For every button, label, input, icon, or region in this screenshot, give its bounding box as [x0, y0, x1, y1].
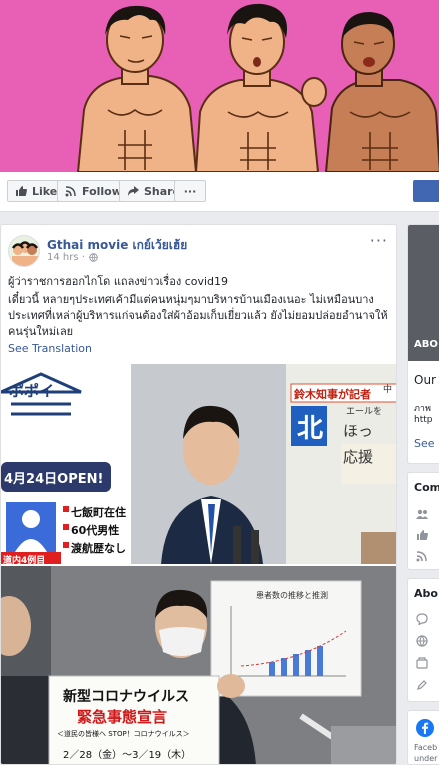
globe-icon — [416, 635, 428, 647]
naka-char: 中 — [383, 385, 393, 395]
post-text-line-2: เดี๋ยวนี้ หลายๆประเทศเค้ามีแต่คนหนุ่มๆมา… — [8, 293, 374, 306]
board-title: 患者数の推移と推測 — [256, 591, 328, 600]
thumbs-up-icon — [16, 186, 27, 196]
story-link[interactable]: http — [414, 415, 432, 425]
about-heading: Abo — [414, 587, 438, 600]
facebook-info-line-1: Faceb — [414, 743, 438, 752]
like-icon — [417, 530, 428, 540]
more-actions-label: ··· — [183, 184, 197, 198]
post-options-button[interactable]: ··· — [370, 231, 388, 250]
about-card-partial: ABO Our ภาพ http See — [407, 224, 439, 464]
info-travel: 渡航歴なし — [71, 542, 126, 555]
rss-icon — [65, 186, 76, 197]
facebook-page: Like Follow Share ··· Gthai movie เกย์เว… — [0, 0, 439, 765]
post-text-line-1: ผู้ว่าราชการฮอกไกโด แถลงข่าวเรื่อง covid… — [8, 275, 229, 288]
page-action-bar: Like Follow Share ··· — [0, 172, 439, 212]
more-actions-button[interactable]: ··· — [174, 180, 206, 202]
people-icon — [416, 509, 428, 519]
like-label: Like — [32, 184, 58, 198]
logo-text: ポポイ — [9, 382, 55, 400]
about-card-2-partial: Abo — [407, 578, 439, 702]
post-card: Gthai movie เกย์เว้ยเฮ้ย 14 hrs · ··· ผู… — [0, 224, 397, 765]
sign-subtitle: ＜道民の皆様へ STOP！コロナウイルス＞ — [57, 730, 190, 738]
share-arrow-icon — [128, 186, 139, 196]
about-dark-label: ABO — [414, 339, 438, 350]
post-photo-2[interactable]: 患者数の推移と推測 新型コロナウイルス 緊急事態宣言 ＜道民の皆様へ STOP！… — [1, 566, 396, 764]
news-header: 鈴木知事が記者 — [294, 388, 371, 401]
facebook-info-line-2: under — [414, 754, 438, 763]
category-icon — [416, 657, 428, 669]
post-text-line-3: ประเทศที่เหล่าผู้บริหารแก่จนต้องใส่ผ้าอ้… — [8, 309, 388, 322]
story-text-line: ภาพ — [414, 404, 431, 414]
case-number-label: 道内4例目 — [3, 556, 46, 564]
post-text-line-4: คนรุ่นใหม่เลย — [8, 325, 74, 338]
facebook-info-card-partial: Faceb under — [407, 710, 439, 765]
sign-emergency: 緊急事態宣言 — [77, 708, 168, 726]
cover-photo[interactable] — [0, 0, 439, 172]
post-time-text: 14 hrs · — [47, 252, 85, 263]
sign-title: 新型コロナウイルス — [63, 689, 189, 705]
kita-char: 北 — [297, 414, 324, 444]
page-avatar[interactable] — [8, 235, 40, 267]
info-age: 60代男性 — [71, 524, 120, 537]
support-text: 応援 — [343, 448, 374, 466]
see-translation-link[interactable]: See Translation — [8, 342, 92, 355]
cartoon-man-3 — [324, 12, 439, 172]
post-timestamp[interactable]: 14 hrs · — [47, 252, 98, 263]
follow-label: Follow — [82, 184, 122, 198]
cover-illustration — [76, 3, 439, 172]
our-story-label[interactable]: Our — [414, 373, 436, 387]
post-photo-1[interactable]: ポポイ 4月24日OPEN! 七飯町在住 60代男性 渡航歴なし 道内4例目 鈴… — [1, 364, 396, 564]
follow-rss-icon — [416, 551, 427, 562]
sign-date-range: 2／28（金）〜3／19（木） — [63, 750, 192, 761]
facebook-logo-icon — [416, 719, 434, 737]
globe-icon — [89, 253, 98, 262]
yell-text: エールを — [346, 407, 383, 417]
messenger-icon — [416, 613, 428, 625]
community-heading: Com — [414, 481, 439, 494]
primary-action-button[interactable] — [413, 180, 439, 202]
community-card-partial: Com — [407, 472, 439, 570]
edit-pencil-icon — [417, 680, 427, 690]
see-more-link[interactable]: See — [414, 437, 435, 450]
hokkaido-text: ほっ — [343, 422, 374, 440]
cartoon-man-1 — [76, 5, 198, 172]
open-date-banner: 4月24日OPEN! — [4, 472, 104, 487]
avatar-illustration — [9, 236, 39, 266]
info-residence: 七飯町在住 — [71, 506, 126, 519]
cartoon-man-2 — [194, 3, 327, 172]
